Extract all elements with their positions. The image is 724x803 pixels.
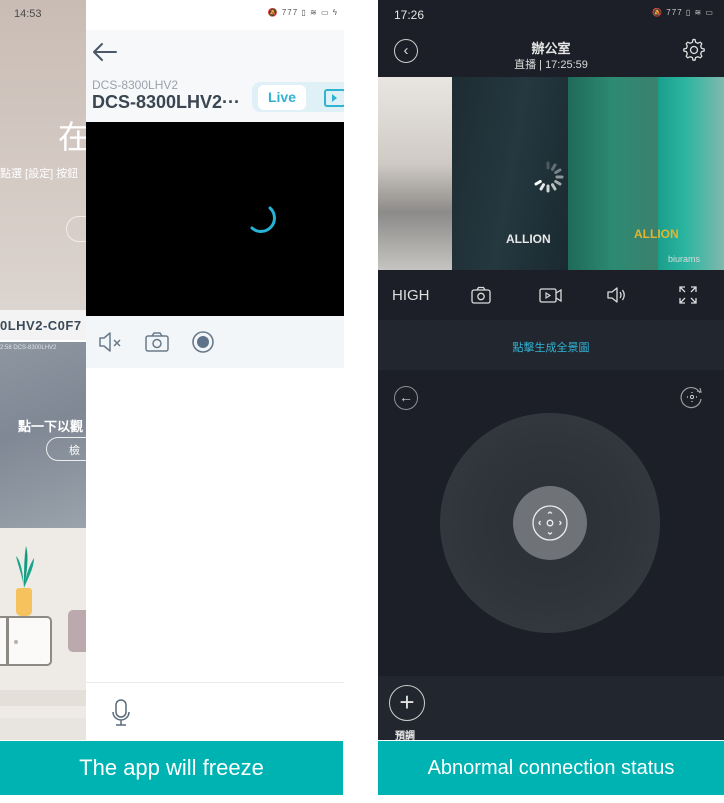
video-teal-bag xyxy=(658,77,724,270)
dcs-app-screen: 🔕 777 ▯ ≋ ▭ ϟ DCS-8300LHV2 DCS-8300LHV2·… xyxy=(86,0,346,740)
gear-icon[interactable] xyxy=(682,38,706,62)
status-bar: 🔕 777 ▯ ≋ ▭ ϟ xyxy=(86,0,344,30)
live-video-view[interactable] xyxy=(86,122,344,316)
camera-icon[interactable] xyxy=(470,285,492,305)
ptz-reset-icon[interactable] xyxy=(680,385,704,409)
generate-panorama-link[interactable]: 點擊生成全景圖 xyxy=(378,339,724,355)
background-check-button: 檢 xyxy=(46,437,86,461)
status-time: 17:26 xyxy=(394,8,425,22)
page-title: 辦公室 xyxy=(531,41,571,56)
video-brand-text: ALLION xyxy=(506,232,551,246)
preset-bar xyxy=(378,676,724,740)
background-banner-hint: 點選 [設定] 按鈕 xyxy=(0,168,79,180)
tab-live[interactable]: Live xyxy=(258,85,306,110)
background-app: 14:53 在 點選 [設定] 按鈕 0LHV2-C0F7 2:58 DCS-8… xyxy=(0,0,86,740)
quality-selector[interactable]: HIGH xyxy=(392,287,430,304)
status-icons: 🔕 777 ▯ ≋ ▭ ϟ xyxy=(267,8,338,17)
video-brand-text: ALLION xyxy=(634,227,679,241)
preset-label: 預調 xyxy=(395,731,415,742)
background-status-time: 14:53 xyxy=(14,8,42,20)
loading-spinner-icon xyxy=(534,161,564,193)
video-record-icon[interactable] xyxy=(538,285,564,305)
speaker-icon[interactable] xyxy=(606,285,628,305)
record-icon[interactable] xyxy=(191,330,215,354)
caption-app-freeze: The app will freeze xyxy=(0,741,343,795)
divider xyxy=(86,682,344,683)
background-camera-thumbnail xyxy=(0,342,86,528)
video-office-background xyxy=(378,77,458,270)
chevron-left-icon[interactable]: ‹ xyxy=(394,39,418,63)
fullscreen-icon[interactable] xyxy=(678,285,698,305)
illustration-floor-stripe xyxy=(0,718,86,740)
microphone-icon[interactable] xyxy=(110,698,132,728)
caption-abnormal-connection: Abnormal connection status xyxy=(378,741,724,795)
live-timestamp: 直播 | 17:25:59 xyxy=(514,59,588,71)
camera-icon[interactable] xyxy=(144,330,170,354)
illustration-sofa xyxy=(68,610,86,652)
background-tap-hint: 點一下以觀 xyxy=(18,419,84,434)
background-thumbnail-timestamp: 2:58 DCS-8300LHV2 xyxy=(0,345,57,351)
video-controls-bar xyxy=(86,316,344,368)
illustration-cabinet-divider xyxy=(6,616,9,666)
illustration-vase xyxy=(16,588,32,616)
background-device-name: 0LHV2-C0F7 xyxy=(0,318,82,333)
direction-pad-icon xyxy=(532,505,568,541)
video-green-bag xyxy=(568,77,668,270)
live-video-view[interactable]: ALLION ALLION biurams xyxy=(378,77,724,270)
background-banner-button xyxy=(66,216,86,242)
illustration-cabinet-knob xyxy=(14,640,18,644)
device-model: DCS-8300LHV2 xyxy=(92,78,179,92)
panel-gap xyxy=(344,0,378,803)
device-title: DCS-8300LHV2··· xyxy=(92,92,241,112)
background-check-label: 檢 xyxy=(69,445,80,457)
loading-spinner-icon xyxy=(250,206,276,233)
background-banner-heading: 在 xyxy=(58,119,86,155)
arrow-left-circle-icon[interactable]: ← xyxy=(394,386,418,410)
add-preset-button[interactable]: + xyxy=(389,685,425,721)
speaker-muted-icon[interactable] xyxy=(98,330,124,354)
video-watermark: biurams xyxy=(668,254,701,264)
status-icons: 🔕 777 ▯ ≋ ▭ xyxy=(652,8,714,17)
plant-icon xyxy=(16,546,34,588)
playback-icon[interactable] xyxy=(324,89,346,107)
illustration-floor-stripe xyxy=(0,690,86,706)
arrow-left-icon[interactable] xyxy=(90,38,120,66)
camera-app-screen: 17:26 🔕 777 ▯ ≋ ▭ 辦公室 直播 | 17:25:59 ‹ AL… xyxy=(378,0,724,742)
